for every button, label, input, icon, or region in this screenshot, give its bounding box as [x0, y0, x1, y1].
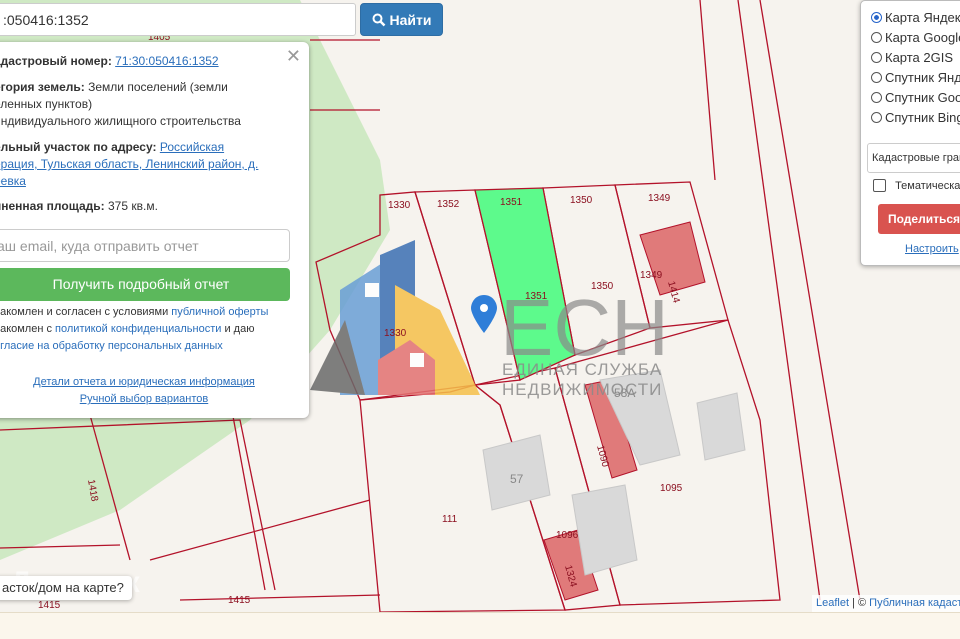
bottom-bar	[0, 612, 960, 639]
radio-icon[interactable]	[871, 32, 882, 43]
layer-option[interactable]: Спутник Google	[871, 90, 960, 105]
parcel-label: 1351	[500, 197, 523, 208]
layer-option[interactable]: Карта 2GIS	[871, 50, 953, 65]
layer-option[interactable]: Спутник Bing	[871, 110, 960, 125]
area-label: нненная площадь:	[0, 199, 105, 213]
public-map-link[interactable]: Публичная кадаст	[869, 597, 960, 609]
parcel-label: 1349	[640, 270, 663, 281]
layer-label: Спутник Яндекс	[885, 70, 960, 85]
checkbox-icon[interactable]	[873, 179, 886, 192]
email-field[interactable]: аш email, куда отправить отчет	[0, 229, 290, 262]
area-row: нненная площадь: 375 кв.м.	[0, 198, 294, 215]
parcel-label: 1095	[660, 483, 683, 494]
details-link[interactable]: Детали отчета и юридическая информация	[0, 376, 294, 388]
usage-value: индивидуального жилищного строительства	[0, 114, 241, 128]
search-icon	[372, 13, 385, 26]
radio-icon[interactable]	[871, 92, 882, 103]
get-report-button[interactable]: Получить подробный отчет	[0, 268, 290, 301]
cadastral-label: адастровый номер:	[0, 54, 112, 68]
address-link-3[interactable]: еевка	[0, 174, 26, 188]
address-row: ельный участок по адресу: Российская ера…	[0, 139, 294, 190]
cadastral-link[interactable]: 71:30:050416:1352	[115, 54, 218, 68]
thematic-label: Тематическая	[895, 179, 960, 192]
parcel-label: 1330	[384, 328, 407, 339]
area-value: 375 кв.м.	[108, 199, 158, 213]
category-row: егория земель: Земли поселений (земли ел…	[0, 79, 294, 130]
agree-row-2: накомлен с политикой конфиденциальности …	[0, 321, 254, 338]
parcel-label: 1350	[591, 281, 614, 292]
privacy-link[interactable]: политикой конфиденциальности	[55, 323, 221, 335]
parcel-label: 1350	[570, 195, 593, 206]
layer-label: Карта 2GIS	[885, 50, 954, 65]
parcel-label: 1352	[437, 199, 460, 210]
parcel-label: 1330	[388, 200, 411, 211]
layer-option[interactable]: Карта Яндекс	[871, 10, 960, 25]
parcel-label: 1351	[525, 291, 548, 302]
layer-option[interactable]: Спутник Яндекс	[871, 70, 960, 85]
address-link-2[interactable]: ерация, Тульская область, Ленинский райо…	[0, 157, 258, 171]
agree-row-1: накомлен и согласен с условиями публично…	[0, 304, 268, 321]
address-label: ельный участок по адресу:	[0, 140, 157, 154]
layer-label: Карта Яндекс	[885, 10, 960, 25]
brand-line1: ЕДИНАЯ СЛУЖБА	[502, 360, 662, 379]
question-box[interactable]: асток/дом на карте?	[0, 576, 132, 600]
layer-label: Спутник Bing	[885, 110, 960, 125]
search-button-label: Найти	[389, 11, 432, 28]
cadastral-row: адастровый номер: 71:30:050416:1352	[0, 53, 294, 70]
parcel-label: 1096	[556, 530, 579, 541]
layer-label: Карта Google	[885, 30, 960, 45]
layer-option[interactable]: Карта Google	[871, 30, 960, 45]
category-label: егория земель:	[0, 80, 85, 94]
agree-text: и даю	[221, 323, 255, 335]
thematic-toggle[interactable]: Тематическая	[873, 179, 960, 192]
parcel-label: 57	[510, 472, 524, 486]
setup-link[interactable]: Настроить	[905, 243, 959, 255]
consent-link[interactable]: огласие на обработку персональных данных	[0, 340, 223, 352]
attribution: Leaflet | © Публичная кадаст	[812, 595, 960, 612]
offer-link[interactable]: публичной оферты	[171, 306, 268, 318]
attrib-sep: | ©	[849, 597, 870, 609]
layer-select[interactable]: Кадастровые границы	[867, 143, 960, 173]
layer-label: Спутник Google	[885, 90, 960, 105]
radio-icon[interactable]	[871, 72, 882, 83]
parcel-label: 111	[442, 514, 458, 525]
search-input[interactable]: :050416:1352	[0, 3, 356, 36]
radio-icon[interactable]	[871, 112, 882, 123]
address-link-1[interactable]: Российская	[160, 140, 224, 154]
leaflet-link[interactable]: Leaflet	[816, 597, 849, 609]
info-panel: ✕ адастровый номер: 71:30:050416:1352 ег…	[0, 42, 309, 418]
manual-link[interactable]: Ручной выбор вариантов	[0, 393, 294, 405]
parcel-label: 58А	[614, 386, 635, 400]
agree-text: накомлен и согласен с условиями	[0, 306, 172, 318]
share-button[interactable]: Поделиться	[878, 204, 960, 234]
parcel-label: 1415	[228, 595, 251, 606]
layers-panel: Карта Яндекс Карта Google Карта 2GIS Спу…	[860, 0, 960, 266]
agree-text: накомлен с	[0, 323, 56, 335]
category-value-1: Земли поселений (земли	[88, 80, 228, 94]
category-value-2: еленных пунктов)	[0, 97, 93, 111]
brand-line2: НЕДВИЖИМОСТИ	[502, 380, 662, 399]
gray-building	[696, 392, 746, 461]
radio-icon[interactable]	[871, 52, 882, 63]
radio-icon[interactable]	[871, 12, 882, 23]
parcel-label: 1415	[38, 600, 61, 611]
parcel-label: 1349	[648, 193, 671, 204]
agree-row-3: огласие на обработку персональных данных	[0, 338, 223, 355]
search-button[interactable]: Найти	[360, 3, 443, 36]
